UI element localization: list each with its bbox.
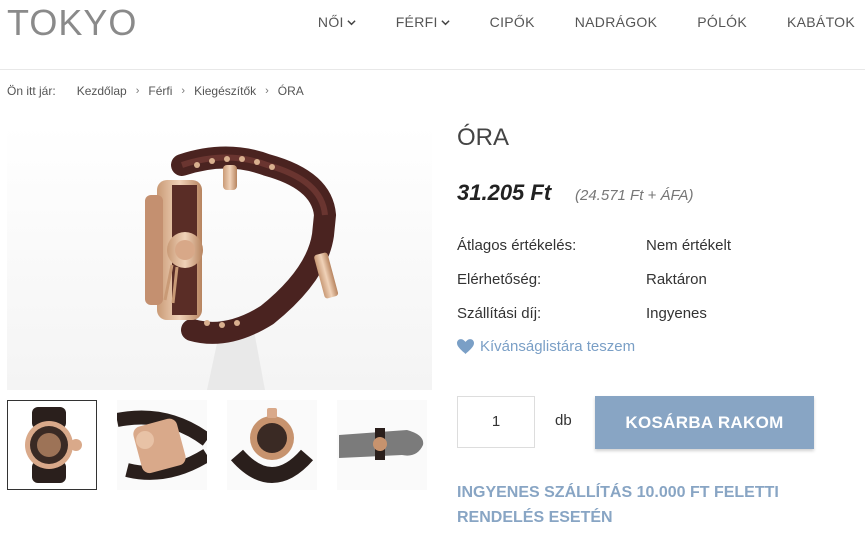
breadcrumb-separator: › bbox=[135, 85, 140, 97]
nav-item-label: NŐI bbox=[317, 14, 344, 30]
spec-label-shipping: Szállítási díj: bbox=[457, 305, 542, 322]
nav-item-kabatok[interactable]: KABÁTOK bbox=[787, 14, 855, 30]
product-price: 31.205 Ft bbox=[457, 180, 552, 205]
thumbnail-3[interactable] bbox=[227, 400, 317, 490]
product-main-image[interactable] bbox=[7, 125, 432, 390]
thumbnail-2[interactable] bbox=[117, 400, 207, 490]
breadcrumb-separator: › bbox=[181, 85, 186, 97]
nav-item-label: KABÁTOK bbox=[787, 14, 855, 30]
heart-icon bbox=[457, 339, 474, 354]
wishlist-label: Kívánságlistára teszem bbox=[480, 338, 636, 355]
breadcrumb: Ön itt jár: Kezdőlap › Férfi › Kiegészít… bbox=[7, 84, 304, 98]
chevron-down-icon bbox=[347, 19, 356, 25]
chevron-down-icon bbox=[441, 19, 450, 25]
site-header: TOKYO NŐI FÉRFI CIPŐK NADRÁGOK PÓLÓK KAB… bbox=[0, 0, 865, 70]
product-title: ÓRA bbox=[457, 124, 510, 151]
nav-item-label: NADRÁGOK bbox=[574, 14, 658, 30]
spec-value-rating: Nem értékelt bbox=[646, 237, 732, 254]
thumbnail-1[interactable] bbox=[7, 400, 97, 490]
spec-label-rating: Átlagos értékelés: bbox=[457, 237, 577, 254]
thumbnail-strip bbox=[7, 400, 447, 490]
watch-side-image bbox=[7, 125, 432, 390]
nav-item-ferfi[interactable]: FÉRFI bbox=[396, 14, 450, 30]
watch-front-thumbnail bbox=[8, 401, 96, 489]
nav-item-cipok[interactable]: CIPŐK bbox=[490, 14, 535, 30]
nav-item-label: PÓLÓK bbox=[697, 14, 748, 30]
spec-label-availability: Elérhetőség: bbox=[457, 271, 542, 288]
quantity-input[interactable]: 1 bbox=[457, 396, 535, 448]
free-shipping-notice: INGYENES SZÁLLÍTÁS 10.000 FT FELETTI REN… bbox=[457, 484, 779, 526]
spec-value-availability: Raktáron bbox=[646, 271, 707, 288]
breadcrumb-item-kezdolap[interactable]: Kezdőlap bbox=[77, 84, 127, 98]
nav-item-polok[interactable]: PÓLÓK bbox=[697, 14, 747, 30]
breadcrumb-prefix: Ön itt jár: bbox=[7, 84, 56, 98]
nav-item-noi[interactable]: NŐI bbox=[318, 14, 356, 30]
add-to-cart-button[interactable]: KOSÁRBA RAKOM bbox=[595, 396, 814, 449]
main-nav: NŐI FÉRFI CIPŐK NADRÁGOK PÓLÓK KABÁTOK bbox=[278, 14, 855, 30]
product-net-price: (24.571 Ft + ÁFA) bbox=[575, 187, 694, 204]
watch-back-thumbnail bbox=[227, 400, 317, 490]
nav-item-label: CIPŐK bbox=[489, 14, 535, 30]
nav-item-label: FÉRFI bbox=[395, 14, 438, 30]
breadcrumb-item-current: ÓRA bbox=[277, 84, 304, 98]
breadcrumb-item-kiegeszitok[interactable]: Kiegészítők bbox=[194, 84, 256, 98]
breadcrumb-item-ferfi[interactable]: Férfi bbox=[148, 84, 172, 98]
add-to-wishlist-link[interactable]: Kívánságlistára teszem bbox=[457, 338, 635, 355]
site-logo[interactable]: TOKYO bbox=[7, 2, 137, 44]
watch-on-wrist-thumbnail bbox=[337, 400, 427, 490]
quantity-unit: db bbox=[555, 412, 572, 429]
breadcrumb-separator: › bbox=[265, 85, 269, 97]
watch-angle-thumbnail bbox=[117, 400, 207, 490]
thumbnail-4[interactable] bbox=[337, 400, 427, 490]
nav-item-nadragok[interactable]: NADRÁGOK bbox=[575, 14, 658, 30]
spec-value-shipping: Ingyenes bbox=[646, 305, 707, 322]
